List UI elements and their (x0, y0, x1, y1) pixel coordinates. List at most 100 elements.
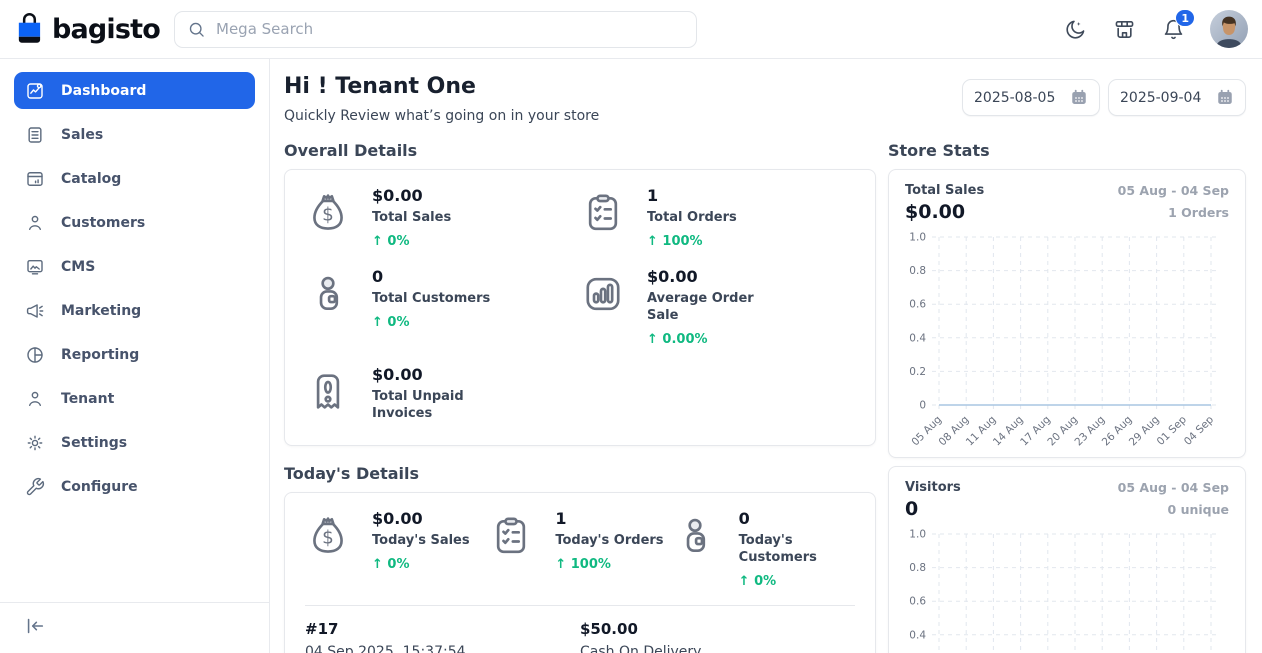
order-payment-method: Cash On Delivery (580, 644, 855, 653)
stat-todays-customers: 0 Today's Customers ↑ 0% (672, 509, 855, 589)
user-avatar[interactable] (1210, 10, 1248, 48)
customers-icon (25, 213, 45, 233)
orders-clipboard-icon (488, 509, 534, 589)
cms-icon (25, 257, 45, 277)
settings-gear-icon (25, 433, 45, 453)
svg-text:0.6: 0.6 (909, 299, 926, 311)
orders-clipboard-icon (580, 186, 626, 249)
money-bag-icon: $ (305, 509, 351, 589)
stat-label: Average Order Sale (647, 291, 767, 325)
svg-text:04 Sep: 04 Sep (1182, 413, 1217, 447)
logo-text: bagisto (52, 14, 160, 45)
notifications-button[interactable]: 1 (1161, 17, 1185, 41)
chart-value: 0 (905, 498, 961, 520)
stat-label: Total Customers (372, 291, 490, 308)
sidebar-item-tenant[interactable]: Tenant (14, 380, 255, 417)
chart-title: Total Sales (905, 183, 984, 198)
shopping-bag-logo-icon (14, 11, 45, 47)
latest-order-row[interactable]: #17 04 Sep 2025, 15:37:54 $50.00 Cash On… (305, 605, 855, 653)
catalog-icon (25, 169, 45, 189)
stat-value: $0.00 (647, 267, 767, 286)
stat-value: 1 (555, 509, 663, 528)
sidebar-nav: Dashboard Sales Catalog (14, 72, 255, 512)
sidebar-item-configure[interactable]: Configure (14, 468, 255, 505)
chart-meta: 1 Orders (1118, 205, 1229, 220)
date-to-picker[interactable] (1108, 79, 1246, 116)
moon-icon (1064, 18, 1087, 41)
stat-total-sales: $ $0.00 Total Sales ↑ 0% (305, 186, 580, 249)
svg-text:0.6: 0.6 (909, 596, 926, 608)
date-to-input[interactable] (1120, 90, 1216, 106)
sidebar-item-settings[interactable]: Settings (14, 424, 255, 461)
sidebar-item-label: Settings (61, 435, 127, 451)
date-from-input[interactable] (974, 90, 1070, 106)
svg-text:$: $ (322, 205, 334, 226)
search-icon (187, 20, 206, 39)
configure-wrench-icon (25, 477, 45, 497)
chart-meta: 0 unique (1118, 502, 1229, 517)
stat-change: ↑ 100% (555, 557, 663, 572)
stat-value: 1 (647, 186, 737, 205)
sidebar-item-catalog[interactable]: Catalog (14, 160, 255, 197)
stat-label: Total Sales (372, 210, 451, 227)
sidebar-item-label: Customers (61, 215, 145, 231)
todays-details-card: $ $0.00 Today's Sales ↑ 0% (284, 492, 876, 653)
stat-value: 0 (739, 509, 855, 528)
avatar-photo (1210, 10, 1248, 48)
svg-text:1.0: 1.0 (909, 529, 926, 541)
customer-icon (672, 509, 718, 589)
svg-text:0: 0 (919, 400, 926, 412)
sidebar-item-customers[interactable]: Customers (14, 204, 255, 241)
sidebar: Dashboard Sales Catalog (0, 59, 270, 653)
sales-icon (25, 125, 45, 145)
sidebar-item-label: Marketing (61, 303, 141, 319)
sidebar-item-marketing[interactable]: Marketing (14, 292, 255, 329)
search-input[interactable] (216, 20, 684, 38)
customer-icon (305, 267, 351, 347)
todays-details-title: Today's Details (284, 464, 876, 483)
total-sales-line-chart: 1.00.80.60.40.2005 Aug08 Aug11 Aug14 Aug… (905, 227, 1229, 447)
bagisto-logo[interactable]: bagisto (14, 11, 160, 47)
store-switcher[interactable] (1112, 17, 1136, 41)
sidebar-item-cms[interactable]: CMS (14, 248, 255, 285)
sidebar-item-dashboard[interactable]: Dashboard (14, 72, 255, 109)
visitors-line-chart: 1.00.80.60.40.2005 Aug08 Aug11 Aug14 Aug… (905, 524, 1229, 653)
chart-date-range: 05 Aug - 04 Sep (1118, 183, 1229, 198)
stat-value: 0 (372, 267, 490, 286)
stat-label: Today's Sales (372, 533, 470, 550)
calendar-icon (1070, 88, 1088, 107)
stat-todays-sales: $ $0.00 Today's Sales ↑ 0% (305, 509, 488, 589)
sidebar-item-reporting[interactable]: Reporting (14, 336, 255, 373)
stat-total-unpaid-invoices: $0.00 Total Unpaid Invoices (305, 365, 580, 430)
topbar-actions: 1 (1063, 10, 1248, 48)
sidebar-item-label: Configure (61, 479, 138, 495)
stat-value: $0.00 (372, 365, 492, 384)
stat-value: $0.00 (372, 186, 451, 205)
overall-details-title: Overall Details (284, 141, 876, 160)
store-stats-title: Store Stats (888, 141, 1246, 160)
svg-text:0.2: 0.2 (909, 366, 926, 378)
svg-text:0.4: 0.4 (909, 629, 926, 641)
page-title: Hi ! Tenant One (284, 74, 599, 99)
dashboard-icon (25, 81, 45, 101)
mega-search-bar[interactable] (174, 11, 697, 48)
svg-text:0.8: 0.8 (909, 265, 926, 277)
stat-change: ↑ 0% (372, 315, 490, 330)
marketing-icon (25, 301, 45, 321)
svg-text:0.4: 0.4 (909, 332, 926, 344)
stat-total-orders: 1 Total Orders ↑ 100% (580, 186, 855, 249)
sidebar-item-label: Sales (61, 127, 103, 143)
chart-title: Visitors (905, 480, 961, 495)
storefront-icon (1113, 18, 1136, 41)
collapse-sidebar-button[interactable] (24, 615, 46, 637)
stat-change: ↑ 100% (647, 234, 737, 249)
chart-value: $0.00 (905, 201, 984, 223)
topbar: bagisto 1 (0, 0, 1262, 59)
sidebar-item-label: Dashboard (61, 83, 146, 99)
order-datetime: 04 Sep 2025, 15:37:54 (305, 644, 580, 653)
stat-average-order-sale: $0.00 Average Order Sale ↑ 0.00% (580, 267, 855, 347)
date-from-picker[interactable] (962, 79, 1100, 116)
stat-total-customers: 0 Total Customers ↑ 0% (305, 267, 580, 347)
dark-mode-toggle[interactable] (1063, 17, 1087, 41)
sidebar-item-sales[interactable]: Sales (14, 116, 255, 153)
